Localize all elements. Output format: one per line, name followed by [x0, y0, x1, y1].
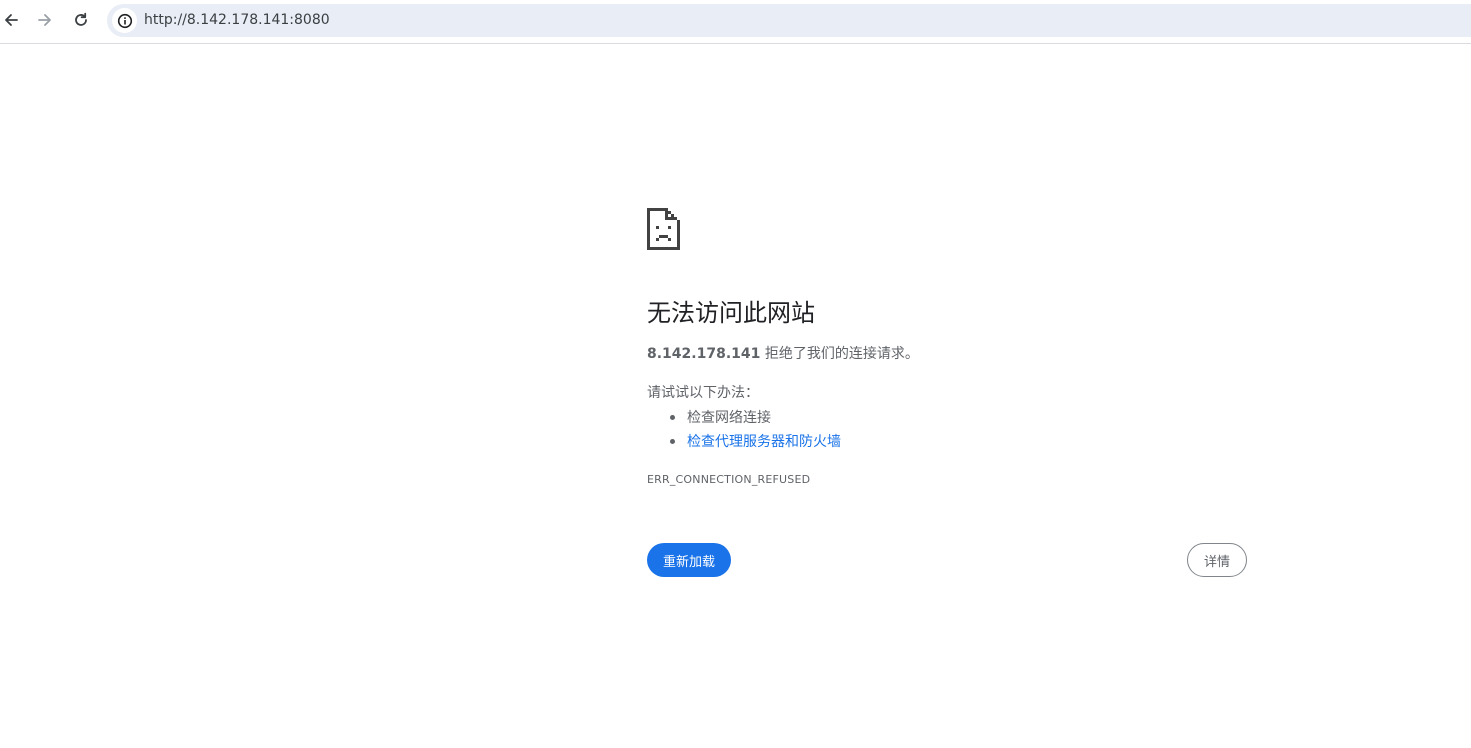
details-button[interactable]: 详情	[1187, 543, 1247, 577]
suggestions-intro: 请试试以下办法：	[647, 385, 759, 401]
error-host: 8.142.178.141	[647, 346, 761, 362]
error-description-text: 拒绝了我们的连接请求。	[760, 346, 919, 362]
sad-page-icon	[647, 208, 680, 250]
list-item: 检查网络连接	[647, 406, 841, 430]
bullet-icon	[670, 439, 675, 444]
error-description: 8.142.178.141 拒绝了我们的连接请求。	[647, 344, 919, 364]
forward-arrow-icon	[38, 14, 51, 26]
site-info-button[interactable]	[112, 8, 137, 33]
url-text[interactable]: http://8.142.178.141:8080	[144, 4, 330, 37]
back-arrow-icon	[5, 14, 18, 26]
browser-toolbar: http://8.142.178.141:8080	[0, 0, 1471, 44]
suggestion-check-network: 检查网络连接	[687, 410, 771, 426]
bullet-icon	[670, 415, 675, 420]
error-code: ERR_CONNECTION_REFUSED	[647, 473, 811, 486]
list-item: 检查代理服务器和防火墙	[647, 430, 841, 454]
back-button[interactable]	[0, 5, 26, 35]
suggestions-list: 检查网络连接 检查代理服务器和防火墙	[647, 406, 841, 454]
reload-button[interactable]: 重新加载	[647, 543, 731, 577]
forward-button[interactable]	[30, 5, 60, 35]
reload-page-button[interactable]	[66, 5, 96, 35]
suggestion-check-proxy-link[interactable]: 检查代理服务器和防火墙	[687, 434, 841, 450]
reload-icon	[75, 12, 87, 26]
address-bar[interactable]: http://8.142.178.141:8080	[107, 4, 1471, 37]
error-heading: 无法访问此网站	[647, 299, 815, 327]
info-icon	[117, 13, 132, 28]
